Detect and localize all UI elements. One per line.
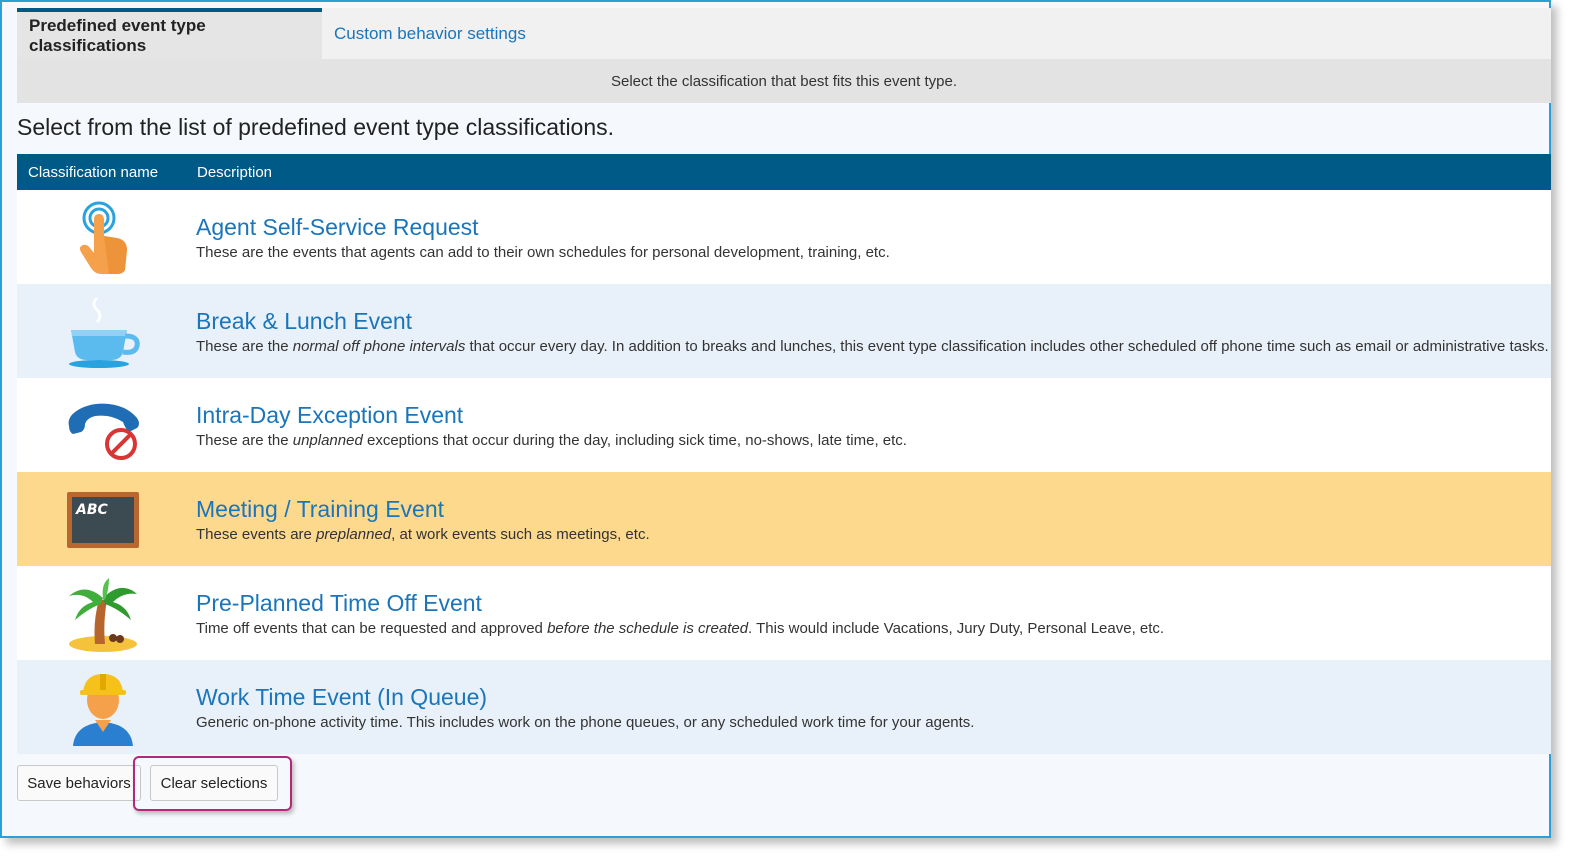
classification-name[interactable]: Work Time Event (In Queue) — [196, 684, 487, 711]
desc-emphasis: unplanned — [292, 432, 363, 449]
classification-description: These are the events that agents can add… — [196, 244, 890, 261]
instruction-banner: Select the classification that best fits… — [17, 59, 1551, 103]
touch-hand-icon — [79, 201, 127, 274]
coffee-cup-icon — [69, 296, 140, 368]
desc-text: that occur every day. In addition to bre… — [465, 338, 1549, 355]
desc-text: Generic on-phone activity time. This inc… — [196, 714, 975, 731]
classification-row-pre-planned-time-off[interactable]: Pre-Planned Time Off Event Time off even… — [17, 566, 1551, 660]
desc-text: . This would include Vacations, Jury Dut… — [748, 620, 1165, 637]
classification-row-break-lunch[interactable]: Break & Lunch Event These are the normal… — [17, 284, 1551, 378]
chalkboard-icon: ABC — [67, 492, 139, 548]
classification-name[interactable]: Intra-Day Exception Event — [196, 402, 463, 429]
desc-text: , at work events such as meetings, etc. — [391, 526, 650, 543]
tab-label: Custom behavior settings — [334, 23, 526, 43]
worker-icon — [73, 674, 133, 746]
desc-emphasis: preplanned — [316, 526, 392, 543]
desc-text: These are the events that agents can add… — [196, 244, 890, 261]
chalkboard-text: ABC — [75, 502, 109, 518]
save-behaviors-button[interactable]: Save behaviors — [17, 765, 141, 801]
table-header: Classification name Description — [17, 154, 1551, 190]
classification-row-work-time[interactable]: Work Time Event (In Queue) Generic on-ph… — [17, 660, 1551, 754]
tab-label: Predefined event type classifications — [29, 15, 206, 55]
desc-emphasis: before the schedule is created — [547, 620, 749, 637]
classification-name[interactable]: Agent Self-Service Request — [196, 214, 479, 241]
classification-row-meeting-training[interactable]: ABC Meeting / Training Event These event… — [17, 472, 1551, 566]
desc-text: exceptions that occur during the day, in… — [362, 432, 907, 449]
desc-text: These are the — [196, 338, 293, 355]
callout-highlight — [133, 756, 292, 811]
classification-name[interactable]: Pre-Planned Time Off Event — [196, 590, 482, 617]
desc-text: Time off events that can be requested an… — [196, 620, 548, 637]
desc-emphasis: normal off phone intervals — [292, 338, 466, 355]
classification-row-intra-day-exception[interactable]: Intra-Day Exception Event These are the … — [17, 378, 1551, 472]
desc-text: These events are — [196, 526, 317, 543]
classification-description: Generic on-phone activity time. This inc… — [196, 714, 974, 731]
classification-description: These are the unplanned exceptions that … — [196, 432, 907, 449]
classification-table: Agent Self-Service Request These are the… — [17, 190, 1551, 754]
desc-text: These are the — [196, 432, 293, 449]
phone-prohibited-icon — [68, 403, 139, 460]
column-header-classification-name: Classification name — [28, 164, 159, 181]
classification-row-agent-self-service[interactable]: Agent Self-Service Request These are the… — [17, 190, 1551, 284]
tab-predefined-classifications[interactable]: Predefined event type classifications — [17, 8, 322, 59]
palm-tree-icon — [69, 578, 137, 652]
page-heading: Select from the list of predefined event… — [17, 114, 615, 140]
tab-custom-behavior-settings[interactable]: Custom behavior settings — [334, 8, 526, 59]
column-header-description: Description — [197, 164, 273, 181]
classification-description: These are the normal off phone intervals… — [196, 338, 1549, 355]
classification-description: Time off events that can be requested an… — [196, 620, 1164, 637]
classification-name[interactable]: Break & Lunch Event — [196, 308, 412, 335]
classification-description: These events are preplanned, at work eve… — [196, 526, 650, 543]
tab-bar: Predefined event type classifications Cu… — [17, 8, 1551, 59]
classification-name[interactable]: Meeting / Training Event — [196, 496, 444, 523]
